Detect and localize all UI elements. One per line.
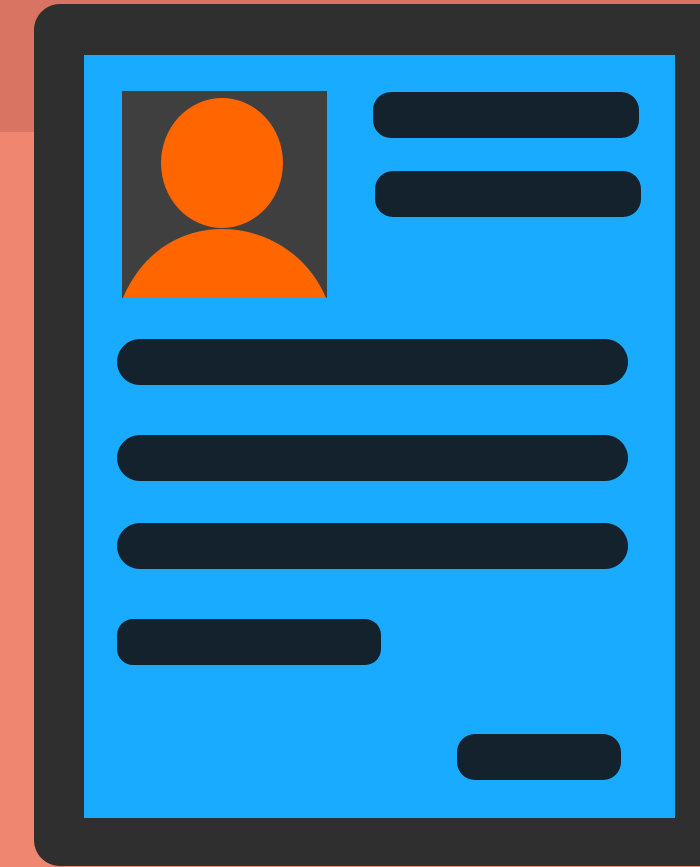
profile-photo (122, 91, 327, 298)
text-line-placeholder (117, 435, 628, 481)
signature-line-placeholder (457, 734, 621, 780)
text-line-placeholder-short (117, 619, 381, 665)
illustration (0, 0, 700, 867)
text-line-placeholder (117, 523, 628, 569)
user-avatar-icon (122, 98, 327, 298)
subtitle-line-placeholder (375, 171, 641, 217)
text-line-placeholder (117, 339, 628, 385)
name-line-placeholder (373, 92, 639, 138)
